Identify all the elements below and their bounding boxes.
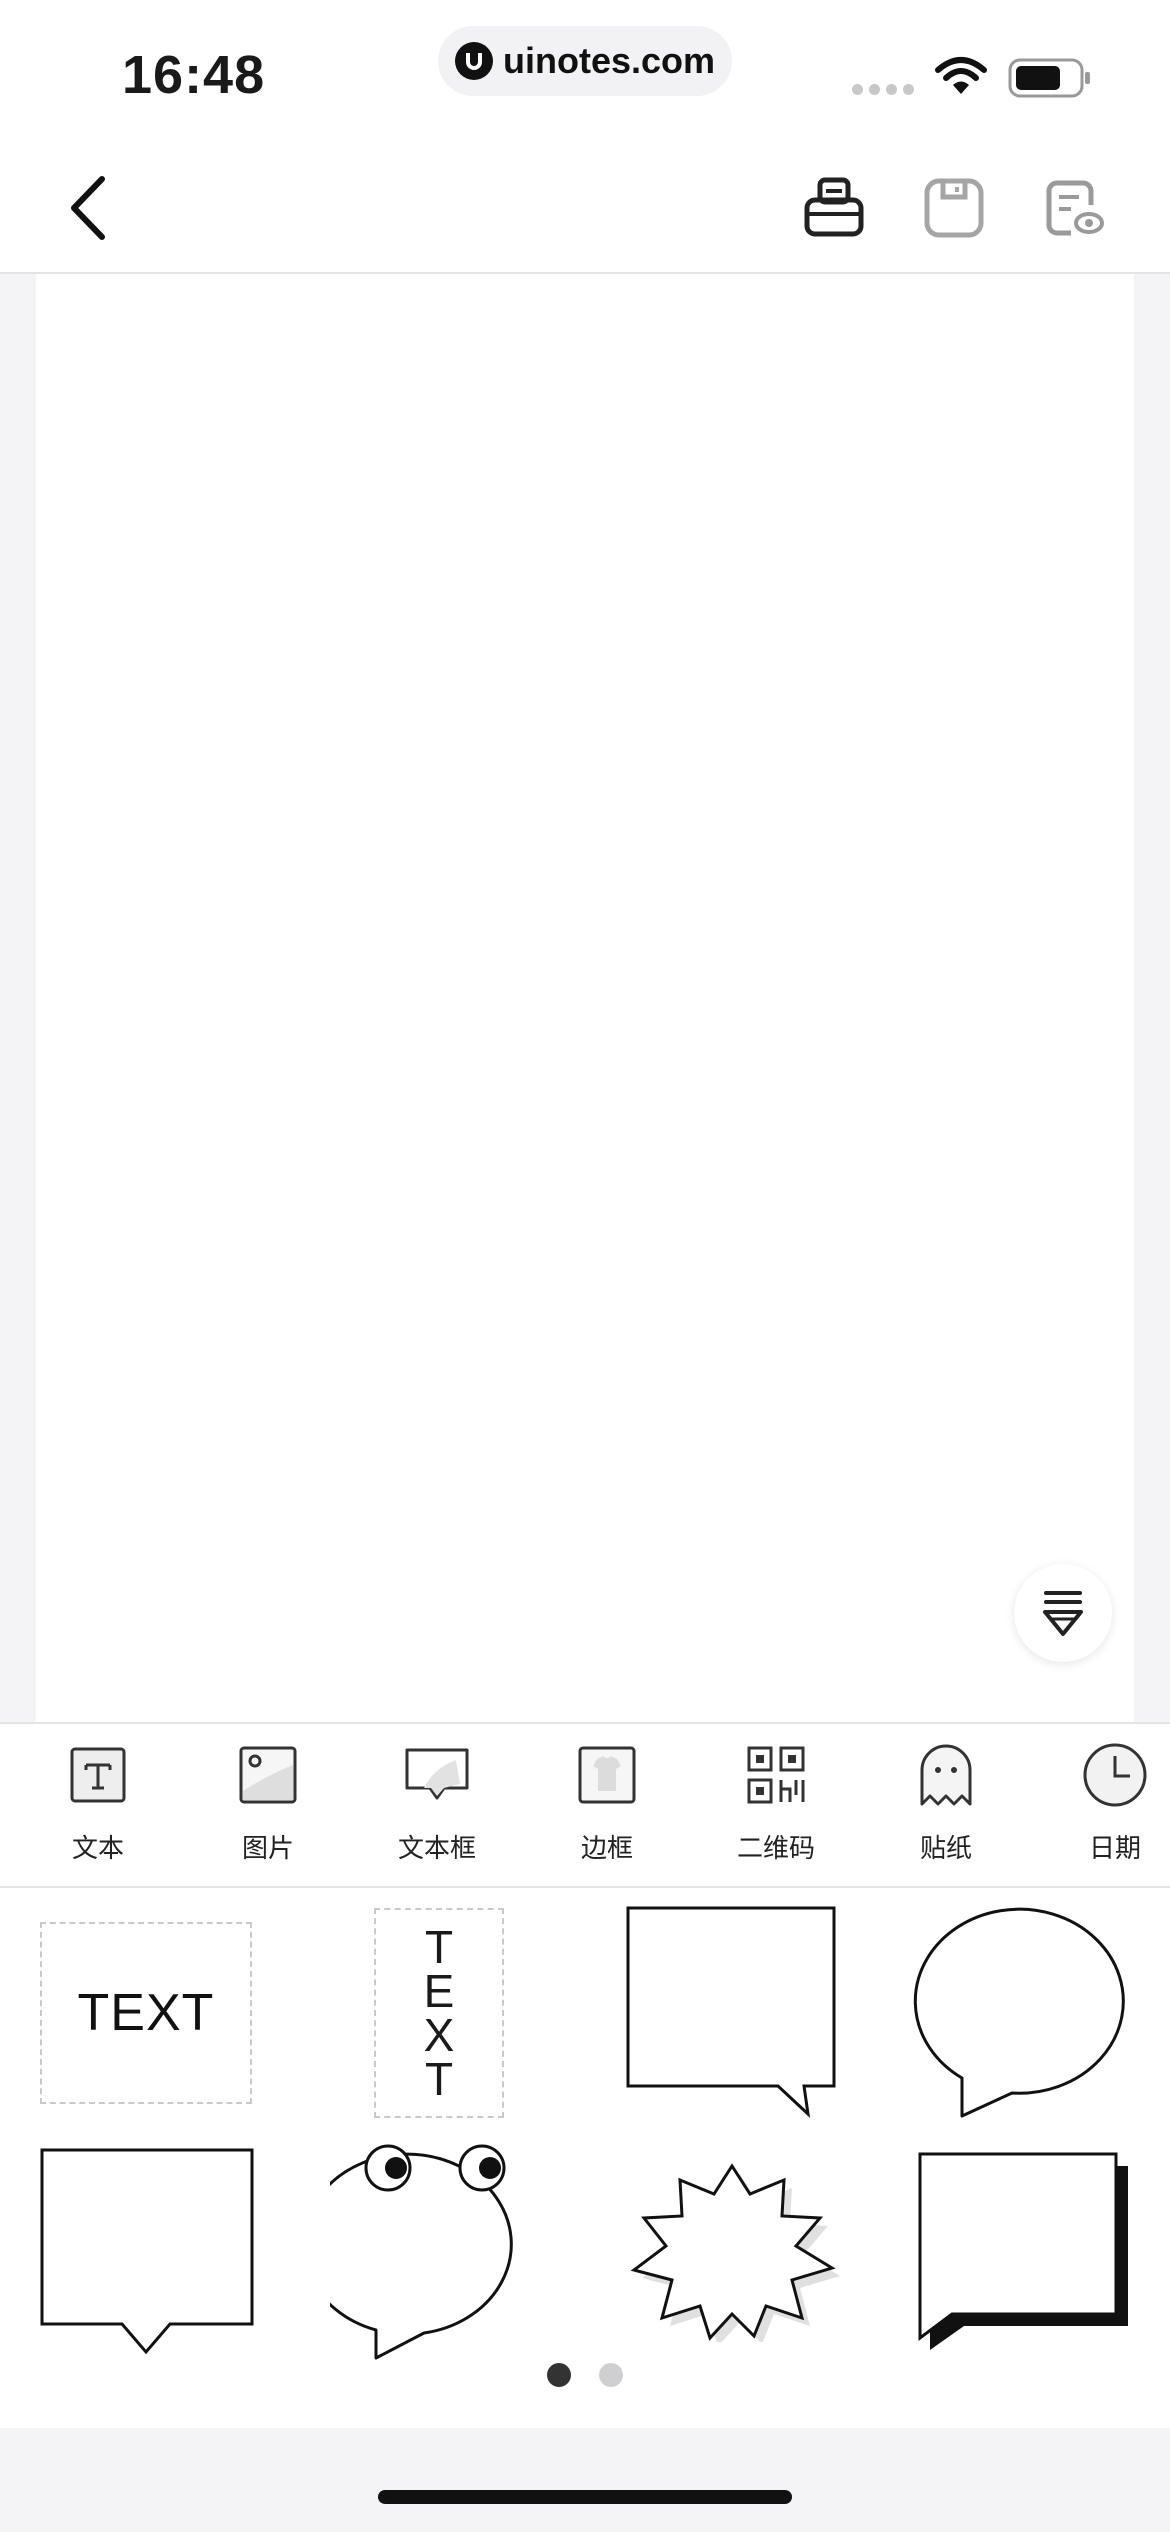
page-indicator: [0, 2363, 1170, 2393]
tool-label: 二维码: [736, 1833, 815, 1863]
site-logo-icon: [454, 42, 493, 80]
clock-icon: [1082, 1742, 1148, 1808]
vertical-letter: T: [424, 1921, 454, 1973]
vertical-letter: T: [424, 2053, 454, 2105]
status-bar: 16:48 uinotes.com: [0, 0, 1170, 140]
speech-bubble-icon: [404, 1742, 470, 1808]
square-speech-bubble-right-tail[interactable]: [620, 1900, 850, 2122]
text-box-vertical[interactable]: T E X T: [374, 1908, 504, 2118]
save-icon: [924, 178, 984, 238]
top-nav-bar: [0, 140, 1170, 274]
tool-frame[interactable]: 边框: [532, 1742, 682, 1878]
cellular-signal-icon: [852, 84, 914, 95]
preview-icon: [1046, 180, 1104, 236]
printer-icon: [804, 177, 864, 237]
text-box-plain-label: TEXT: [77, 1984, 215, 2042]
status-time: 16:48: [122, 45, 266, 105]
tool-label: 文本框: [397, 1833, 476, 1863]
print-button[interactable]: [796, 170, 872, 246]
wifi-icon: [935, 57, 987, 94]
url-pill[interactable]: uinotes.com: [438, 26, 732, 96]
tool-label: 文本: [71, 1833, 124, 1863]
chevron-left-icon: [71, 176, 105, 240]
tool-label: 边框: [580, 1833, 633, 1863]
back-button[interactable]: [50, 170, 126, 246]
burst-speech-bubble[interactable]: [624, 2158, 840, 2342]
frog-speech-bubble[interactable]: [330, 2140, 548, 2362]
save-button[interactable]: [916, 170, 992, 246]
qr-code-icon: [743, 1742, 809, 1808]
layers-icon: [1043, 1591, 1083, 1636]
tool-label: 图片: [241, 1833, 294, 1863]
vertical-letter: E: [423, 1965, 455, 2017]
tool-text-box[interactable]: 文本框: [362, 1742, 512, 1878]
battery-icon: [1008, 58, 1090, 98]
tool-sticker[interactable]: 贴纸: [871, 1742, 1021, 1878]
tool-image[interactable]: 图片: [193, 1742, 343, 1878]
tool-qr-code[interactable]: 二维码: [701, 1742, 851, 1878]
page-dot-active[interactable]: [547, 2363, 571, 2387]
url-text: uinotes.com: [502, 40, 716, 81]
tool-date[interactable]: 日期: [1040, 1742, 1170, 1878]
oval-speech-bubble[interactable]: [912, 1898, 1134, 2120]
insert-toolbar: 文本 图片 文本框 边框 二维码 贴纸 日期: [0, 1722, 1170, 1888]
preview-button[interactable]: [1036, 170, 1112, 246]
home-indicator-area: [0, 2428, 1170, 2532]
page-dot[interactable]: [599, 2363, 623, 2387]
editor-canvas-area: [0, 274, 1170, 1722]
layers-button[interactable]: [1014, 1564, 1112, 1662]
frame-icon: [574, 1742, 640, 1808]
label-canvas[interactable]: [36, 274, 1134, 1722]
tool-label: 贴纸: [919, 1833, 972, 1863]
text-box-plain[interactable]: TEXT: [40, 1922, 252, 2104]
tool-label: 日期: [1088, 1833, 1141, 1863]
ghost-sticker-icon: [913, 1742, 979, 1808]
vertical-letter: X: [423, 2009, 455, 2061]
text-icon: [65, 1742, 131, 1808]
tool-text[interactable]: 文本: [23, 1742, 173, 1878]
home-indicator[interactable]: [378, 2490, 792, 2504]
image-icon: [235, 1742, 301, 1808]
shadow-speech-bubble[interactable]: [916, 2150, 1134, 2356]
square-speech-bubble-bottom-tail[interactable]: [38, 2146, 256, 2358]
